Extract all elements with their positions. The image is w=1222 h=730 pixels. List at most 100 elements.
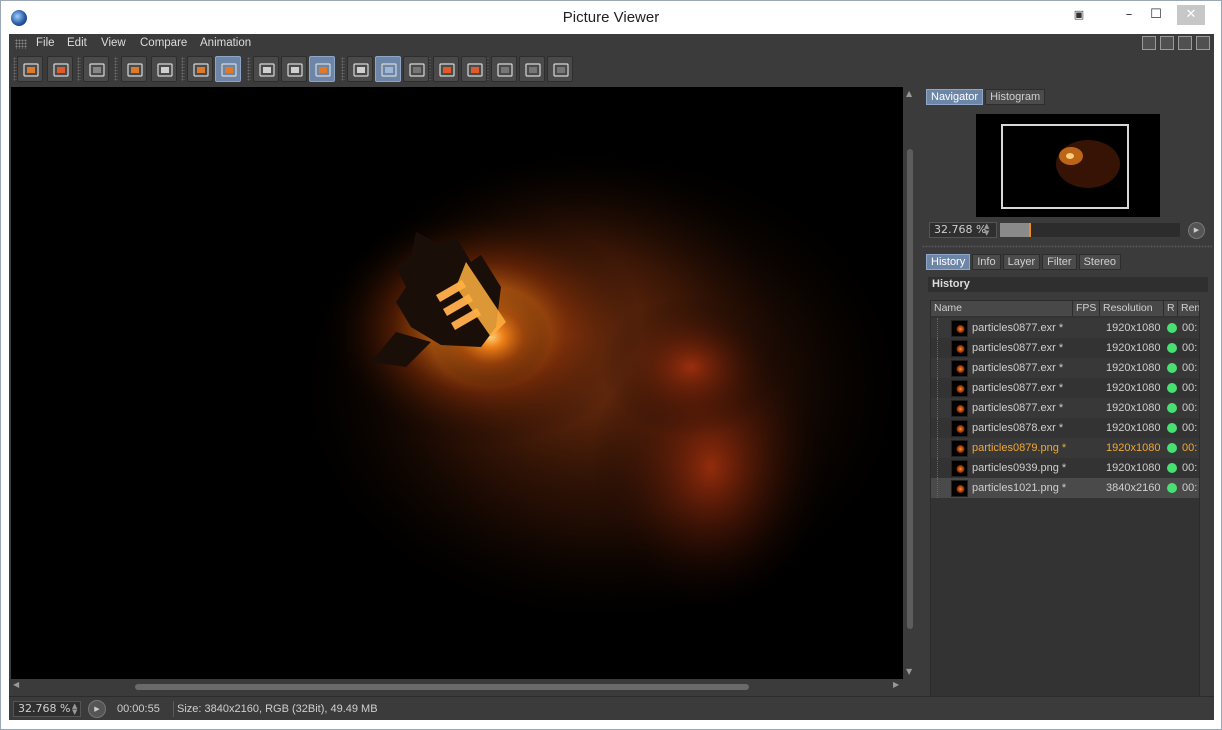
- scroll-up-icon[interactable]: ▲: [906, 89, 912, 98]
- history-row[interactable]: particles0877.exr * 1920x1080 00:: [931, 318, 1199, 338]
- menu-grip-icon[interactable]: [15, 39, 27, 49]
- panel-layout-icon[interactable]: [1142, 36, 1156, 50]
- status-time: 00:00:55: [117, 703, 160, 715]
- open-folder-button[interactable]: [17, 56, 43, 82]
- window-layout-icon[interactable]: ▣: [1069, 5, 1089, 25]
- tab-stereo[interactable]: Stereo: [1078, 254, 1121, 270]
- column-r[interactable]: R: [1164, 301, 1178, 316]
- history-row[interactable]: particles0877.exr * 1920x1080 00:: [931, 358, 1199, 378]
- toolbar-separator: [247, 57, 251, 81]
- thumbnail-image: [951, 420, 968, 437]
- fit-to-view-icon: [127, 61, 143, 78]
- history-item-name: particles0877.exr *: [972, 362, 1064, 374]
- menu-view[interactable]: View: [101, 37, 126, 49]
- viewport-horizontal-scrollbar[interactable]: ◀ ▶: [11, 680, 903, 692]
- panel-divider[interactable]: [922, 245, 1212, 248]
- resize-panel-icon[interactable]: [1196, 36, 1210, 50]
- ab-overlay-button[interactable]: [375, 56, 401, 82]
- column-name[interactable]: Name: [931, 301, 1073, 316]
- compare-grid-3-button[interactable]: [547, 56, 573, 82]
- history-row[interactable]: particles0878.exr * 1920x1080 00:: [931, 418, 1199, 438]
- compare-grid-1-icon: [497, 61, 513, 78]
- image-viewport[interactable]: [11, 87, 903, 679]
- zoom-spinner-icon[interactable]: ▲ ▼: [72, 703, 77, 716]
- tab-info[interactable]: Info: [972, 254, 1001, 270]
- history-item-render-time: 00:: [1182, 362, 1198, 374]
- set-a-button[interactable]: [433, 56, 459, 82]
- new-panel-icon[interactable]: [1160, 36, 1174, 50]
- tab-navigator[interactable]: Navigator: [926, 89, 984, 105]
- save-button[interactable]: [47, 56, 73, 82]
- tab-layer[interactable]: Layer: [1002, 254, 1041, 270]
- maximize-button[interactable]: ☐: [1143, 5, 1169, 25]
- tab-histogram[interactable]: Histogram: [985, 89, 1046, 105]
- tree-line: [937, 358, 949, 378]
- status-dot-icon: [1167, 383, 1177, 393]
- vertical-scroll-thumb[interactable]: [907, 149, 913, 629]
- layer-stack-button[interactable]: [215, 56, 241, 82]
- compare-grid-2-icon: [525, 61, 541, 78]
- column-render-time[interactable]: Ren: [1178, 301, 1199, 316]
- status-dot-icon: [1167, 363, 1177, 373]
- scroll-left-icon[interactable]: ◀: [13, 680, 19, 689]
- copy-layers-button[interactable]: [187, 56, 213, 82]
- minimize-button[interactable]: –: [1116, 5, 1142, 25]
- set-b-button[interactable]: [461, 56, 487, 82]
- viewport-vertical-scrollbar[interactable]: ▲ ▼: [905, 87, 915, 679]
- history-row[interactable]: particles0877.exr * 1920x1080 00:: [931, 378, 1199, 398]
- tab-filter[interactable]: Filter: [1042, 254, 1077, 270]
- view-eye-icon: [287, 61, 303, 78]
- history-section-title: History: [928, 277, 1208, 292]
- history-item-name: particles0877.exr *: [972, 342, 1064, 354]
- ab-swap-button[interactable]: [403, 56, 429, 82]
- tree-line: [937, 378, 949, 398]
- view-single-button[interactable]: [253, 56, 279, 82]
- history-item-resolution: 1920x1080: [1106, 362, 1161, 374]
- status-dot-icon: [1167, 323, 1177, 333]
- history-item-resolution: 1920x1080: [1106, 462, 1161, 474]
- view-eye-button[interactable]: [281, 56, 307, 82]
- navigator-view-frame[interactable]: [1001, 124, 1129, 209]
- user-download-button[interactable]: [151, 56, 177, 82]
- zoom-slider[interactable]: [1000, 223, 1180, 237]
- compare-circles-button[interactable]: [309, 56, 335, 82]
- menu-animation[interactable]: Animation: [200, 37, 251, 49]
- navigator-preview[interactable]: [976, 114, 1160, 217]
- move-panel-icon[interactable]: [1178, 36, 1192, 50]
- zoom-slider-handle[interactable]: [1029, 223, 1031, 237]
- toolbar-separator: [77, 57, 81, 81]
- copy-layers-icon: [193, 61, 209, 78]
- user-download-icon: [157, 61, 173, 78]
- fit-to-view-button[interactable]: [121, 56, 147, 82]
- history-row[interactable]: particles0877.exr * 1920x1080 00:: [931, 398, 1199, 418]
- ab-split-button[interactable]: [347, 56, 373, 82]
- play-icon[interactable]: ▶: [88, 700, 106, 718]
- history-row[interactable]: particles0877.exr * 1920x1080 00:: [931, 338, 1199, 358]
- close-button[interactable]: ✕: [1177, 5, 1205, 25]
- zoom-spinner-icon[interactable]: ▲ ▼: [984, 223, 989, 237]
- play-icon[interactable]: ▶: [1188, 222, 1205, 239]
- scroll-down-icon[interactable]: ▼: [906, 667, 912, 676]
- compare-grid-1-button[interactable]: [491, 56, 517, 82]
- menu-file[interactable]: File: [36, 37, 55, 49]
- history-row[interactable]: particles0939.png * 1920x1080 00:: [931, 458, 1199, 478]
- info-tabs: History Info Layer Filter Stereo: [926, 254, 1121, 270]
- ab-split-icon: [353, 61, 369, 78]
- render-settings-button[interactable]: [83, 56, 109, 82]
- scroll-right-icon[interactable]: ▶: [893, 680, 899, 689]
- compare-grid-2-button[interactable]: [519, 56, 545, 82]
- menu-compare[interactable]: Compare: [140, 37, 187, 49]
- history-item-name: particles0877.exr *: [972, 402, 1064, 414]
- history-item-render-time: 00:: [1182, 422, 1198, 434]
- status-zoom-field[interactable]: 32.768 %: [13, 701, 81, 717]
- menu-edit[interactable]: Edit: [67, 37, 87, 49]
- history-row[interactable]: particles0879.png * 1920x1080 00:: [931, 438, 1199, 458]
- status-dot-icon: [1167, 463, 1177, 473]
- column-resolution[interactable]: Resolution: [1100, 301, 1164, 316]
- history-row[interactable]: particles1021.png * 3840x2160 00:: [931, 478, 1199, 498]
- zoom-slider-fill: [1000, 223, 1029, 237]
- column-fps[interactable]: FPS: [1073, 301, 1100, 316]
- tab-history[interactable]: History: [926, 254, 971, 270]
- horizontal-scroll-thumb[interactable]: [135, 684, 749, 690]
- history-item-resolution: 1920x1080: [1106, 442, 1161, 454]
